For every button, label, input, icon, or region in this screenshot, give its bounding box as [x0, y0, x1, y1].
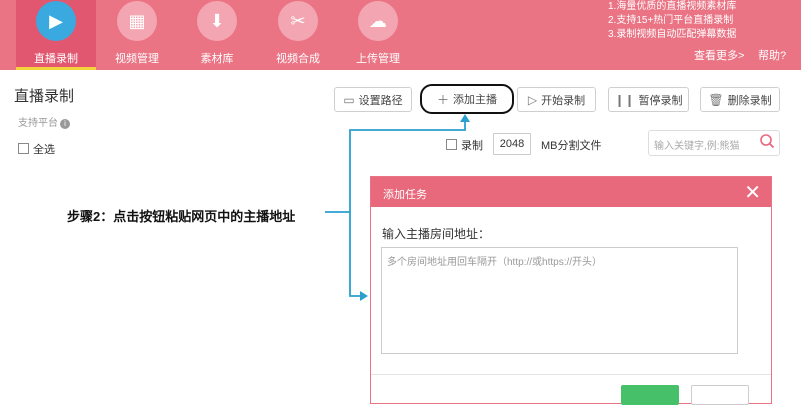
dialog-divider	[371, 374, 771, 375]
room-address-placeholder: 多个房间地址用回车隔开（http://或https://开头）	[387, 257, 603, 268]
dialog-header: 添加任务 ✕	[371, 177, 771, 207]
confirm-button[interactable]	[621, 385, 679, 405]
dialog-title: 添加任务	[383, 189, 427, 201]
room-address-textarea[interactable]: 多个房间地址用回车隔开（http://或https://开头）	[381, 247, 738, 354]
close-icon[interactable]: ✕	[744, 180, 761, 205]
add-task-dialog: 添加任务 ✕ 输入主播房间地址： 多个房间地址用回车隔开（http://或htt…	[370, 176, 772, 405]
cancel-button[interactable]	[691, 385, 749, 405]
room-address-label: 输入主播房间地址：	[382, 227, 491, 241]
